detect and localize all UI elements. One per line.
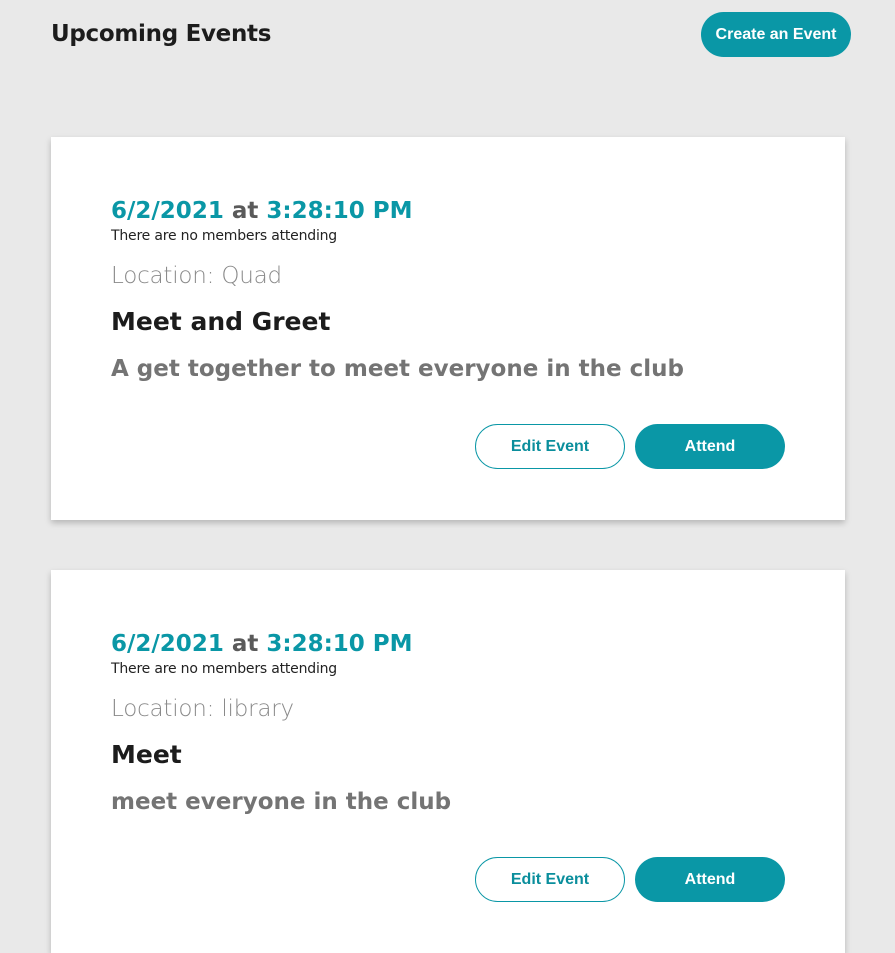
event-description: meet everyone in the club <box>111 789 452 815</box>
page-title: Upcoming Events <box>51 21 272 47</box>
edit-event-button[interactable]: Edit Event <box>475 857 625 902</box>
event-time: 3:28:10 PM <box>266 198 413 224</box>
event-description: A get together to meet everyone in the c… <box>111 356 684 382</box>
event-name: Meet <box>111 740 182 769</box>
event-name: Meet and Greet <box>111 307 331 336</box>
event-at: at <box>231 198 259 224</box>
event-datetime: 6/2/2021 at 3:28:10 PM <box>111 631 413 657</box>
event-at: at <box>231 631 259 657</box>
event-card: 6/2/2021 at 3:28:10 PM There are no memb… <box>51 137 845 520</box>
event-date: 6/2/2021 <box>111 631 224 657</box>
event-location: Location: Quad <box>111 263 282 289</box>
create-event-button[interactable]: Create an Event <box>701 12 851 57</box>
event-attendance: There are no members attending <box>111 228 337 244</box>
event-time: 3:28:10 PM <box>266 631 413 657</box>
attend-button[interactable]: Attend <box>635 424 785 469</box>
event-attendance: There are no members attending <box>111 661 337 677</box>
edit-event-button[interactable]: Edit Event <box>475 424 625 469</box>
attend-button[interactable]: Attend <box>635 857 785 902</box>
event-datetime: 6/2/2021 at 3:28:10 PM <box>111 198 413 224</box>
event-location: Location: library <box>111 696 294 722</box>
event-date: 6/2/2021 <box>111 198 224 224</box>
event-card: 6/2/2021 at 3:28:10 PM There are no memb… <box>51 570 845 953</box>
